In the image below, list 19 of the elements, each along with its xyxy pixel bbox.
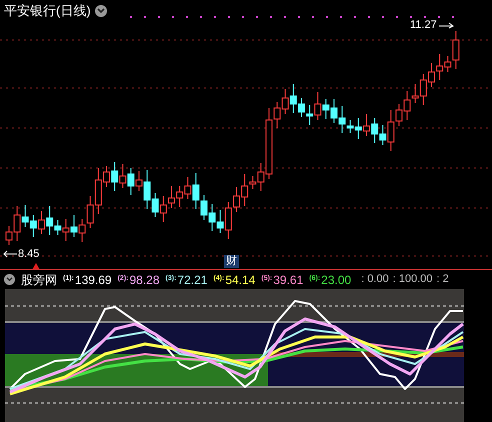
- scale-value: : 100.00: [392, 272, 432, 288]
- series-value: 98.28: [129, 272, 160, 288]
- arrow-icon: [438, 21, 455, 30]
- indicator-name: 股旁网: [21, 272, 57, 288]
- series-value: 39.61: [273, 272, 304, 288]
- series-value: 23.00: [321, 272, 352, 288]
- scale-value: : 2: [436, 272, 449, 288]
- event-badge: 财: [224, 255, 239, 268]
- high-price-label: 11.27: [410, 18, 437, 33]
- series-value: 72.21: [177, 272, 208, 288]
- stock-title: 平安银行(日线): [4, 2, 91, 20]
- scale-value: : 0.00: [361, 272, 389, 288]
- chevron-down-icon[interactable]: [4, 274, 15, 285]
- chevron-down-icon[interactable]: [94, 4, 107, 17]
- arrow-icon: [3, 250, 17, 258]
- marker-icon: [32, 263, 40, 269]
- series-value: 139.69: [74, 272, 112, 288]
- low-price-label: 8.45: [18, 248, 40, 260]
- series-value: 54.14: [225, 272, 256, 288]
